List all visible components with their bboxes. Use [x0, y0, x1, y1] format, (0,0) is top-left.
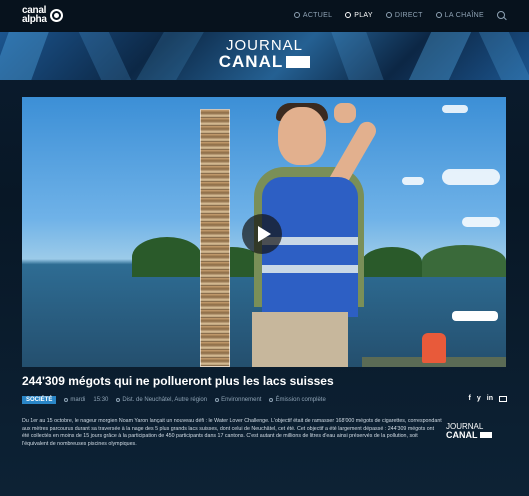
nav-item-label: LA CHAÎNE	[444, 11, 484, 19]
meta-topic[interactable]: Environnement	[215, 397, 261, 403]
nav-item-label: PLAY	[354, 11, 373, 19]
facebook-icon[interactable]: f	[469, 395, 471, 402]
social-share: f y in	[469, 395, 507, 402]
banner-title-canal: CANAL	[218, 52, 311, 71]
nav-item-direct[interactable]: DIRECT	[385, 11, 423, 19]
meta-region[interactable]: Dist. de Neuchâtel, Autre région	[116, 397, 207, 403]
kayak	[422, 333, 446, 363]
nav-item-la-chaine[interactable]: LA CHAÎNE	[435, 11, 484, 19]
article-title: 244'309 mégots qui ne pollueront plus le…	[22, 374, 334, 388]
play-icon	[257, 226, 271, 242]
meta-time: 15:30	[93, 397, 108, 403]
video-player[interactable]	[22, 97, 506, 367]
tag-icon	[215, 398, 220, 402]
play-button[interactable]	[242, 214, 282, 254]
person-head	[278, 107, 326, 165]
cloud	[462, 217, 500, 227]
main-nav: ACTUEL PLAY DIRECT LA CHAÎNE	[293, 11, 505, 19]
location-icon	[116, 398, 121, 402]
cloud	[442, 105, 468, 113]
nav-item-label: DIRECT	[394, 11, 423, 19]
footer-logo-box	[479, 432, 492, 438]
logo-circle-icon	[49, 8, 63, 22]
circle-icon	[293, 12, 300, 18]
meta-format-label: Émission complète	[275, 397, 326, 403]
meta-topic-label: Environnement	[221, 397, 262, 403]
mail-icon[interactable]	[499, 396, 507, 402]
meta-format[interactable]: Émission complète	[269, 397, 326, 403]
footer-logo-canal-text: CANAL	[446, 430, 478, 440]
meta-region-label: Dist. de Neuchâtel, Autre région	[122, 397, 208, 403]
article-body: Du 1er au 15 octobre, le nageur morgien …	[22, 418, 442, 447]
logo-text: canal alpha	[22, 6, 47, 25]
play-icon	[345, 12, 352, 18]
nav-item-play[interactable]: PLAY	[345, 12, 373, 19]
vest-stripe	[262, 265, 358, 273]
treeline	[132, 237, 202, 277]
banner-title: JOURNAL CANAL	[0, 38, 529, 72]
person-shorts	[252, 312, 348, 367]
treeline	[362, 247, 422, 277]
article-meta: SOCIÉTÉ mardi 15:30 Dist. de Neuchâtel, …	[22, 394, 506, 406]
twitter-icon[interactable]: y	[477, 395, 481, 402]
canal-alpha-logo[interactable]: canal alpha	[22, 6, 63, 25]
calendar-icon	[64, 398, 69, 402]
meta-time-label: 15:30	[93, 397, 109, 403]
cigarette-butt-tube	[200, 109, 230, 367]
banner-title-canal-text: CANAL	[218, 52, 284, 71]
meta-date-label: mardi	[70, 397, 86, 403]
meta-date: mardi	[64, 397, 85, 403]
treeline	[422, 245, 506, 277]
cloud	[402, 177, 424, 185]
format-icon	[269, 398, 274, 402]
live-icon	[385, 12, 392, 18]
nav-item-actuel[interactable]: ACTUEL	[293, 11, 333, 19]
cloud	[442, 169, 500, 185]
person-fist	[334, 103, 356, 123]
boat	[452, 311, 498, 321]
nav-item-label: ACTUEL	[302, 11, 333, 19]
banner-logo-box	[286, 56, 311, 68]
page: canal alpha ACTUEL PLAY DIRECT LA CHAÎNE	[0, 0, 529, 496]
circle-icon	[435, 12, 442, 18]
logo-text-line2: alpha	[22, 14, 47, 25]
journal-canal-logo: JOURNAL CANAL	[446, 423, 506, 440]
linkedin-icon[interactable]: in	[487, 395, 493, 402]
top-navigation-bar: canal alpha ACTUEL PLAY DIRECT LA CHAÎNE	[0, 0, 529, 32]
footer-logo-canal: CANAL	[446, 430, 506, 440]
journal-canal-banner: JOURNAL CANAL	[0, 32, 529, 80]
search-icon[interactable]	[497, 11, 505, 19]
category-tag[interactable]: SOCIÉTÉ	[22, 396, 57, 404]
